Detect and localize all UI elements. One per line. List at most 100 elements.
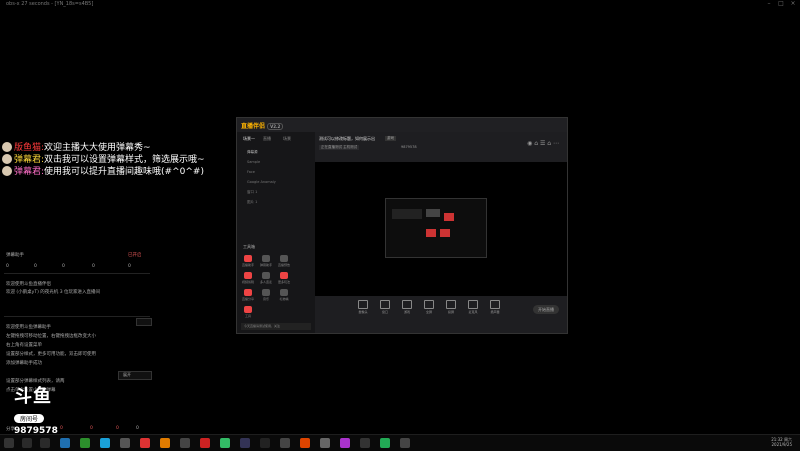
app-icon[interactable] [200, 438, 210, 448]
explorer-icon[interactable] [120, 438, 130, 448]
chat-tip: 左键拖拽可移动位置，右键拖拽边框改变大小 [6, 334, 96, 339]
nested-preview [385, 198, 487, 258]
tool-more[interactable]: 更多玩法 [277, 272, 291, 284]
chat-footer-3: 0 [116, 426, 119, 431]
room-label: 房间号 [14, 414, 45, 423]
chat-tip: 右上角有设置菜单 [6, 343, 42, 348]
chat-stat-3: 0 [92, 264, 95, 269]
source-item[interactable]: Google Anomaly [247, 180, 276, 184]
app-icon[interactable] [180, 438, 190, 448]
live-companion-window: 直播伴侣 V2.2 场景一 直播 场景 弹幕源 Sample Face Goog… [236, 117, 568, 334]
danmaku-text: 使用我可以提升直播间趣味哦(#^0^#) [44, 167, 204, 177]
tool-danmaku[interactable]: 弹幕助手 [259, 255, 273, 267]
source-item[interactable]: Face [247, 170, 255, 174]
tool-clip[interactable]: 视频剪辑 [241, 272, 255, 284]
app-icon[interactable] [380, 438, 390, 448]
chat-status: 已开启 [128, 253, 142, 258]
tool-misc[interactable]: 工具 [241, 306, 255, 318]
stream-info-bar: 测试可以修改标题，如何展示出 游戏 正在直播测试 主机测试 9879578 ◉ … [315, 132, 567, 162]
chat-stat-4: 0 [128, 264, 131, 269]
avatar [2, 166, 12, 176]
avatar [2, 142, 12, 152]
toolbox-title: 工具箱 [243, 244, 255, 249]
app-icon[interactable] [280, 438, 290, 448]
chat-notice: 设置部分弹幕样式列表，请两 [6, 379, 65, 384]
app-brand: 直播伴侣 V2.2 [241, 121, 284, 130]
close-icon[interactable]: × [790, 1, 796, 7]
tool-multi-mic[interactable]: 多人连麦 [259, 272, 273, 284]
app-icon[interactable] [360, 438, 370, 448]
chat-tip: 添加弹幕助手成功 [6, 361, 42, 366]
window-titlebar: obs-x 27 seconds - [YN_18s=s4B5] – □ × [0, 0, 800, 10]
source-item[interactable]: 弹幕源 [247, 150, 258, 155]
douyu-icon[interactable] [300, 438, 310, 448]
tool-preview[interactable]: 直播预告 [277, 255, 291, 267]
app-icon[interactable] [240, 438, 250, 448]
app-icon[interactable] [100, 438, 110, 448]
chat-stat-1: 0 [34, 264, 37, 269]
chat-footer-2: 0 [90, 426, 93, 431]
app-icon[interactable] [320, 438, 330, 448]
tool-music[interactable]: 音乐 [259, 289, 273, 301]
start-icon[interactable] [4, 438, 14, 448]
viewer-count: 9879578 [401, 145, 417, 149]
danmaku-line-3: 弹幕君:使用我可以提升直播间趣味哦(#^0^#) [2, 164, 204, 177]
start-live-button[interactable]: 开始直播 [533, 305, 559, 314]
maximize-icon[interactable]: □ [778, 1, 784, 7]
source-item[interactable]: 窗口 1 [247, 190, 257, 195]
fullscreen-button[interactable]: 全屏 [421, 300, 437, 314]
avatar [2, 154, 12, 164]
chat-header-title: 弹幕助手 [6, 253, 24, 258]
tool-share[interactable]: 直播分享 [241, 289, 255, 301]
app-header: 直播伴侣 V2.2 [237, 118, 567, 132]
tab-live[interactable]: 直播 [263, 136, 271, 142]
clock[interactable]: 21:32 周六 2021/9/25 [771, 437, 792, 447]
app-icon[interactable] [140, 438, 150, 448]
danmaku-nick: 弹幕君: [14, 167, 45, 177]
tool-gift-wall[interactable]: 礼物墙 [277, 289, 291, 301]
source-item[interactable]: 图片 1 [247, 200, 257, 205]
mic-button[interactable]: 麦克风 [465, 300, 481, 314]
tab-scene[interactable]: 场景一 [243, 136, 255, 142]
search-icon[interactable] [22, 438, 32, 448]
window-button[interactable]: 窗口 [377, 300, 393, 314]
chat-box-button[interactable]: 展开 [118, 371, 152, 380]
camera-button[interactable]: 摄像头 [355, 300, 371, 314]
taskview-icon[interactable] [40, 438, 50, 448]
app-icon[interactable] [220, 438, 230, 448]
header-icons[interactable]: ◉ ⌂ ☰ ⌂ ⋯ [527, 140, 559, 147]
tool-live-helper[interactable]: 直播助手 [241, 255, 255, 267]
app-icon[interactable] [400, 438, 410, 448]
speaker-button[interactable]: 扬声器 [487, 300, 503, 314]
app-icon[interactable] [260, 438, 270, 448]
expand-button[interactable] [136, 318, 152, 326]
app-version: V2.2 [267, 123, 284, 130]
app-icon[interactable] [340, 438, 350, 448]
divider [4, 273, 150, 274]
logo-brand: 斗鱼 [14, 386, 52, 407]
minimize-icon[interactable]: – [766, 1, 772, 7]
stream-preview [315, 162, 567, 296]
window-title: obs-x 27 seconds - [YN_18s=s4B5] [6, 1, 94, 7]
chat-stat-0: 0 [6, 264, 9, 269]
game-button[interactable]: 游戏 [399, 300, 415, 314]
chat-footer-1: 0 [60, 426, 63, 431]
chat-welcome: 欢迎 (小鹅桌yT) 的夜光机 3 位玩家进入直播间 [6, 290, 101, 295]
wechat-icon[interactable] [80, 438, 90, 448]
chat-welcome: 欢迎使用斗鱼直播伴侣 [6, 282, 51, 287]
taskbar: 21:32 周六 2021/9/25 [0, 434, 800, 451]
source-item[interactable]: Sample [247, 160, 260, 164]
app-icon[interactable] [160, 438, 170, 448]
douyu-logo: 斗鱼 房间号 9879578 [14, 388, 58, 436]
clock-date: 2021/9/25 [771, 442, 792, 447]
app-brand-name: 直播伴侣 [241, 123, 266, 130]
browser-icon[interactable] [60, 438, 70, 448]
divider [4, 316, 150, 317]
stream-tag[interactable]: 游戏 [385, 136, 396, 141]
bottom-toolbar: 摄像头 窗口 游戏 全屏 投屏 麦克风 扬声器 开始直播 [315, 296, 567, 333]
chat-footer-4: 0 [136, 426, 139, 431]
stream-title[interactable]: 测试可以修改标题，如何展示出 [319, 136, 375, 142]
cast-button[interactable]: 投屏 [443, 300, 459, 314]
chat-stat-2: 0 [62, 264, 65, 269]
tab-scene-alt[interactable]: 场景 [283, 136, 291, 142]
